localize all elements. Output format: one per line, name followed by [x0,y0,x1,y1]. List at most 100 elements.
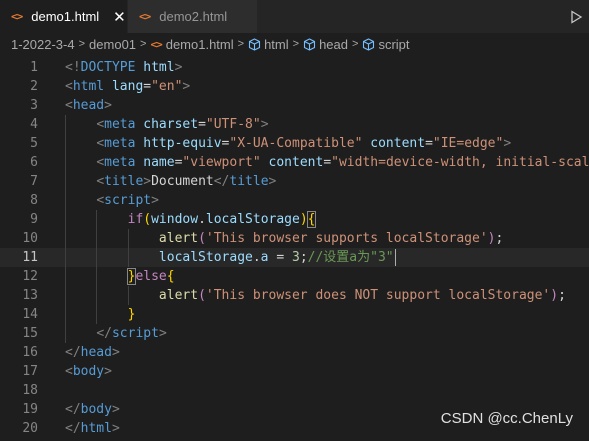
code-token: lang [104,79,144,94]
code-line[interactable]: 14 } [0,305,589,324]
chevron-right-icon: > [352,38,359,50]
code-line[interactable]: 12 }else{ [0,267,589,286]
code-token: http-equiv [135,136,222,151]
tab-demo1-html[interactable]: <> demo1.html ✕ [0,0,127,33]
code-text: <script> [65,191,159,210]
html-file-icon: <> [150,37,162,51]
chevron-right-icon: > [237,38,245,50]
breadcrumb-folder-root[interactable]: 1-2022-3-4 [11,37,75,52]
code-token: meta [104,155,136,170]
code-token: > [260,117,269,132]
code-line[interactable]: 8 <script> [0,191,589,210]
code-token: "viewport" [182,155,261,170]
code-line[interactable]: 4 <meta charset="UTF-8"> [0,115,589,134]
code-text: <title>Document</title> [65,172,276,191]
code-token: > [151,193,159,208]
code-line[interactable]: 17 <body> [0,362,589,381]
code-token: <! [65,60,81,75]
code-text: alert('This browser does NOT support loc… [65,286,566,305]
code-token: < [96,155,105,170]
code-token: if [127,212,144,227]
code-line[interactable]: 1 <!DOCTYPE html> [0,58,589,77]
code-token: ) [299,212,308,227]
code-token: = [323,155,332,170]
close-tab-icon[interactable]: ✕ [113,8,126,26]
line-number: 20 [22,421,38,436]
code-token: "width=device-width, initial-scal [331,155,589,170]
breadcrumb-symbol-html[interactable]: html [264,37,289,52]
html-file-icon: <> [11,10,23,23]
breadcrumb: 1-2022-3-4 > demo01 > <> demo1.html > ht… [0,33,589,55]
code-token: . [252,250,261,265]
code-token: ( [198,288,206,303]
code-token: "IE=edge" [432,136,504,151]
code-editor[interactable]: 1 <!DOCTYPE html> 2 <html lang="en"> 3 <head>… [0,55,589,441]
code-token: > [104,98,112,113]
code-line[interactable]: 11 localStorage.a = 3;//设置a为"3" [0,248,589,267]
breadcrumb-symbol-head[interactable]: head [319,37,348,52]
symbol-cube-icon [303,37,316,51]
code-token: "X-UA-Compatible" [229,136,363,151]
line-number: 1 [30,60,38,75]
breadcrumb-file[interactable]: demo1.html [166,37,234,52]
code-line[interactable]: 16 </head> [0,343,589,362]
code-token: content [362,136,426,151]
breadcrumb-symbol-script[interactable]: script [378,37,409,52]
code-token: > [182,79,191,94]
code-token: </ [65,402,81,417]
run-play-icon[interactable] [569,0,589,33]
code-line[interactable]: 18 [0,381,589,400]
code-token: < [65,79,73,94]
code-token: > [111,421,120,436]
code-token: head [72,98,105,113]
html-file-icon: <> [139,10,151,23]
code-token: { [166,269,175,284]
code-line[interactable]: 2 <html lang="en"> [0,77,589,96]
code-token: < [96,117,105,132]
code-token: > [111,345,120,360]
code-token: "en" [151,79,183,94]
code-line[interactable]: 10 alert('This browser supports localSto… [0,229,589,248]
code-token: < [96,136,105,151]
line-number: 15 [22,326,38,341]
code-token: = [268,250,292,265]
code-line[interactable]: 3 <head> [0,96,589,115]
code-text: <meta charset="UTF-8"> [65,115,269,134]
editor-tab-bar: <> demo1.html ✕ <> demo2.html [0,0,589,33]
code-token: = [143,79,152,94]
code-token: script [111,326,159,341]
code-token: title [229,174,269,189]
code-token: = [198,117,206,132]
code-token: 3 [291,250,300,265]
code-text: <body> [65,362,112,381]
chevron-right-icon: > [78,38,86,50]
code-token: 'This browser does NOT support localStor… [205,288,551,303]
chevron-right-icon: > [292,38,300,50]
code-token: ; [495,231,504,246]
code-line[interactable]: 15 </script> [0,324,589,343]
code-line[interactable]: 7 <title>Document</title> [0,172,589,191]
code-token: < [65,98,73,113]
code-text: }else{ [65,267,175,286]
code-token: Document [151,174,214,189]
code-line[interactable]: 6 <meta name="viewport" content="width=d… [0,153,589,172]
line-number: 7 [30,174,38,189]
code-line[interactable]: 9 if(window.localStorage){ [0,210,589,229]
code-token: content [260,155,324,170]
breadcrumb-folder-demo01[interactable]: demo01 [89,37,136,52]
indent-guide [127,229,129,267]
code-text: if(window.localStorage){ [65,210,317,229]
code-line[interactable]: 13 alert('This browser does NOT support … [0,286,589,305]
symbol-cube-icon [248,37,261,51]
code-token: charset [135,117,199,132]
code-token: . [198,212,206,227]
code-token: head [80,345,112,360]
code-token: //设置a为"3" [307,250,394,265]
tab-demo2-html[interactable]: <> demo2.html [127,0,257,33]
code-line[interactable]: 5 <meta http-equiv = "X-UA-Compatible" con… [0,134,589,153]
line-number: 6 [30,155,38,170]
code-token: html [72,79,105,94]
